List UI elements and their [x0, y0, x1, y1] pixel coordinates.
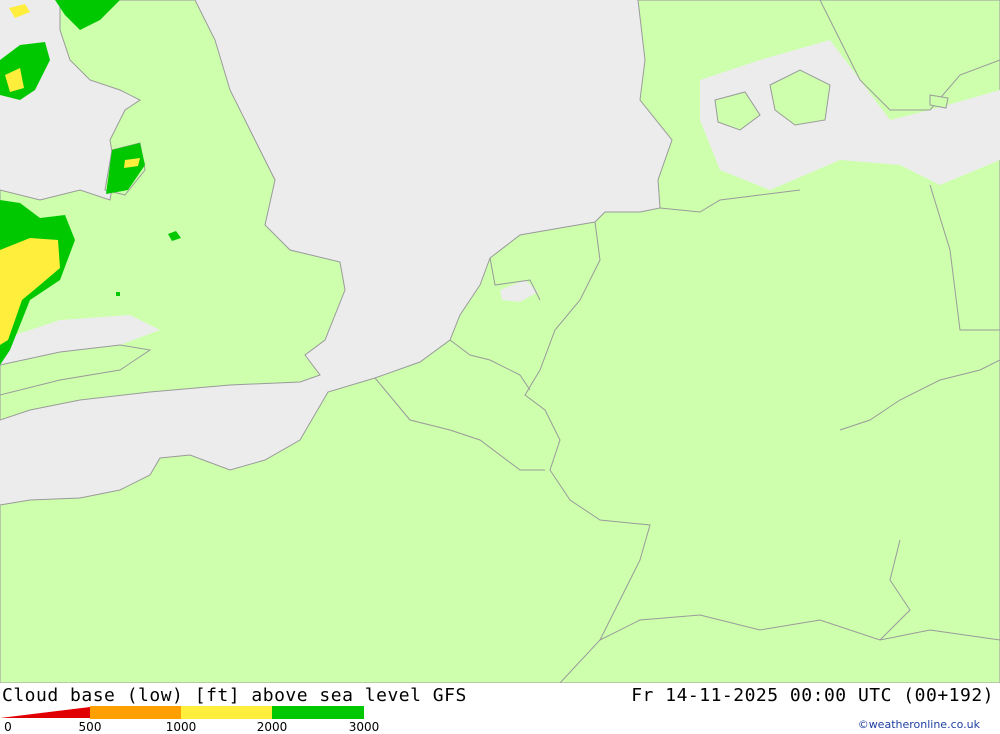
legend-band-1000-2000 — [181, 706, 272, 719]
credit-link[interactable]: ©weatheronline.co.uk — [858, 718, 980, 731]
legend-tick-500: 500 — [78, 720, 102, 734]
cloud-patch-dot — [116, 292, 120, 296]
map-title: Cloud base (low) [ft] above sea level GF… — [2, 685, 467, 706]
legend-colorbar — [0, 706, 364, 719]
legend-tick-0: 0 — [4, 720, 12, 734]
legend-tick-2000: 2000 — [256, 720, 288, 734]
map-footer: Cloud base (low) [ft] above sea level GF… — [0, 683, 1000, 734]
legend-band-2000-3000 — [272, 706, 364, 719]
forecast-timestamp: Fr 14-11-2025 00:00 UTC (00+192) — [631, 685, 994, 706]
weather-map — [0, 0, 1000, 683]
legend-band-500-1000 — [90, 706, 181, 719]
legend-tick-1000: 1000 — [165, 720, 197, 734]
legend-band-0-500 — [0, 707, 90, 718]
legend-tick-3000: 3000 — [348, 720, 380, 734]
